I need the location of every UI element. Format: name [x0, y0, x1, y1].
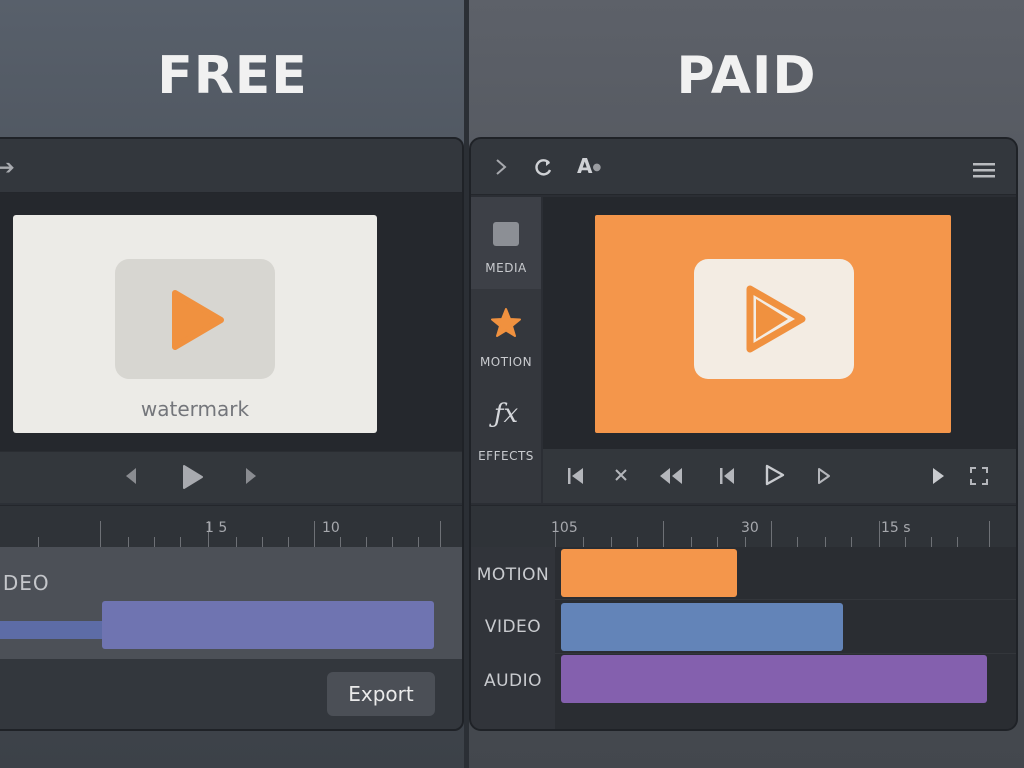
- motion-clip[interactable]: [561, 549, 737, 597]
- free-track-area: IDEO: [0, 547, 462, 659]
- play-forward-icon[interactable]: [931, 467, 945, 490]
- next-icon[interactable]: [244, 467, 258, 489]
- previous-icon[interactable]: [124, 467, 138, 489]
- chevron-right-icon[interactable]: [495, 157, 507, 181]
- ruler-label: 105: [551, 520, 578, 536]
- next-icon[interactable]: [817, 467, 831, 490]
- paid-play-overlay[interactable]: [694, 259, 854, 379]
- star-icon: [491, 308, 521, 337]
- video-clip[interactable]: [561, 603, 843, 651]
- text-style-glyph: A: [577, 154, 593, 178]
- refresh-icon[interactable]: [535, 157, 553, 181]
- free-bottom-bar: Export: [0, 659, 462, 729]
- sidebar-item-motion[interactable]: MOTION: [471, 293, 541, 385]
- sidebar-item-media[interactable]: MEDIA: [471, 197, 541, 289]
- paid-timeline-ruler: 105 30 15 s: [471, 505, 1016, 547]
- track-label-video: VIDEO: [484, 617, 542, 637]
- track-row-motion: [555, 547, 1016, 600]
- fullscreen-icon[interactable]: [969, 466, 989, 491]
- play-icon[interactable]: [765, 464, 785, 491]
- square-icon: [493, 222, 519, 246]
- track-label-video: IDEO: [0, 571, 50, 595]
- paid-playback-controls: [543, 449, 1016, 503]
- free-timeline-ruler: 1 5 10: [0, 505, 462, 547]
- text-style-icon[interactable]: A●: [577, 154, 601, 178]
- paid-toolbar: A●: [471, 139, 1016, 195]
- skip-start-icon[interactable]: [567, 467, 585, 490]
- ruler-label: 30: [741, 520, 759, 536]
- track-label-audio: AUDIO: [483, 671, 543, 691]
- sidebar-item-label: MOTION: [479, 355, 533, 369]
- close-icon[interactable]: [613, 467, 629, 488]
- paid-track-area: [555, 547, 1016, 729]
- free-play-overlay[interactable]: [115, 259, 275, 379]
- sidebar-item-label: EFFECTS: [478, 449, 534, 463]
- play-icon: [746, 285, 806, 353]
- free-toolbar: ➔: [0, 139, 462, 193]
- free-preview-area: watermark: [0, 193, 462, 451]
- paid-preview-area: [543, 197, 1016, 449]
- sidebar-item-effects[interactable]: ƒx EFFECTS: [471, 387, 541, 479]
- video-clip[interactable]: [102, 601, 434, 649]
- free-editor-panel: ➔ watermark: [0, 137, 464, 731]
- free-playback-controls: [0, 451, 462, 503]
- paid-track-labels: MOTION VIDEO AUDIO: [471, 547, 555, 729]
- ruler-label: 15 s: [881, 520, 911, 536]
- paid-heading: PAID: [676, 46, 817, 106]
- track-label-motion: MOTION: [476, 565, 550, 585]
- export-button[interactable]: Export: [327, 672, 435, 716]
- watermark-text: watermark: [140, 397, 250, 421]
- video-track-bar[interactable]: [0, 621, 102, 639]
- paid-editor-panel: A● MEDIA MOTION ƒx EFFECTS 105 30 15 s M…: [469, 137, 1018, 731]
- paid-sidebar: MEDIA MOTION ƒx EFFECTS: [471, 197, 541, 503]
- free-heading: FREE: [157, 46, 308, 106]
- free-video-preview[interactable]: watermark: [13, 215, 377, 433]
- track-row-audio: [555, 655, 1016, 708]
- play-icon: [172, 290, 224, 350]
- sidebar-item-label: MEDIA: [485, 261, 527, 275]
- paid-video-preview[interactable]: [595, 215, 951, 433]
- back-arrow-icon[interactable]: ➔: [0, 155, 15, 179]
- track-row-video: [555, 601, 1016, 654]
- menu-icon[interactable]: [973, 159, 995, 183]
- free-half: FREE ➔ watermark: [0, 0, 465, 768]
- fx-icon: ƒx: [493, 399, 519, 429]
- ruler-label: 1 5: [205, 520, 228, 536]
- play-icon[interactable]: [182, 464, 204, 494]
- previous-frame-icon[interactable]: [719, 467, 735, 490]
- audio-clip[interactable]: [561, 655, 987, 703]
- ruler-label: 10: [322, 520, 340, 536]
- rewind-icon[interactable]: [659, 467, 683, 490]
- paid-half: PAID A● MEDIA MOTION ƒx EFFECTS 105 30 1…: [469, 0, 1024, 768]
